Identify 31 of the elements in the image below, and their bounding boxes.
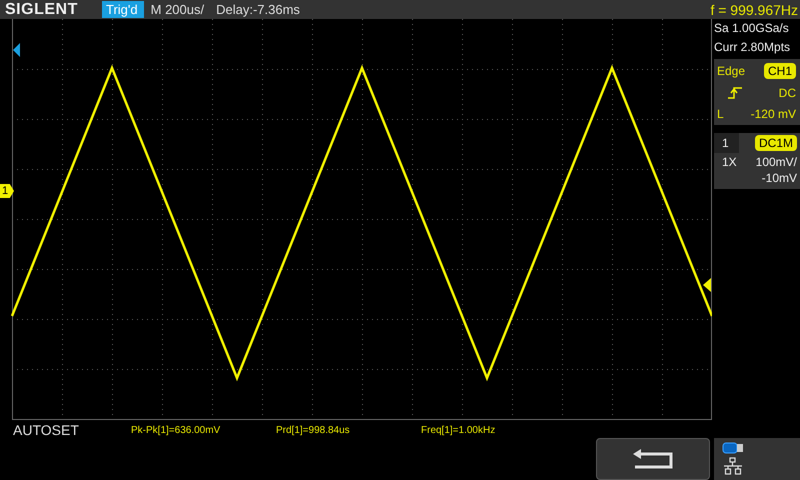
return-arrow-icon — [631, 449, 675, 469]
network-icon[interactable] — [722, 457, 744, 475]
usb-drive-icon[interactable] — [722, 442, 744, 454]
frequency-readout: f = 999.967Hz — [710, 2, 799, 18]
back-button[interactable] — [596, 438, 710, 480]
measurement: Prd[1]=998.84us — [276, 425, 351, 436]
timebase: M 200us/ — [150, 2, 204, 17]
measurement: Freq[1]=1.00kHz — [421, 425, 496, 436]
channel-panel[interactable]: 1 DC1M 1X 100mV/ -10mV — [714, 133, 800, 189]
channel-marker: 1 — [0, 184, 14, 198]
trigger-source: CH1 — [764, 63, 796, 79]
mode-label: AUTOSET — [13, 422, 80, 438]
delay: Delay:-7.36ms — [216, 2, 300, 17]
trigger-level: -120 mV — [750, 107, 796, 121]
trigger-status: Trig'd — [102, 1, 144, 18]
trigger-type: Edge — [717, 64, 746, 78]
memory-depth: Curr 2.80Mpts — [714, 39, 792, 56]
trigger-coupling: DC — [778, 86, 796, 100]
channel-number: 1 — [714, 133, 739, 153]
trigger-position-marker — [13, 43, 20, 57]
rising-edge-icon — [727, 86, 743, 100]
trigger-level-marker — [703, 278, 711, 292]
vertical-scale: 100mV/ — [754, 155, 797, 169]
level-label: L — [717, 107, 724, 121]
probe-ratio: 1X — [721, 155, 737, 169]
logo: SIGLENT — [4, 0, 79, 18]
sample-rate: Sa 1.00GSa/s — [714, 20, 790, 37]
measurement: Pk-Pk[1]=636.00mV — [131, 425, 222, 436]
channel-coupling: DC1M — [754, 135, 797, 151]
trigger-panel[interactable]: Edge CH1 DC L -120 mV — [714, 59, 800, 125]
vertical-offset: -10mV — [760, 171, 797, 185]
